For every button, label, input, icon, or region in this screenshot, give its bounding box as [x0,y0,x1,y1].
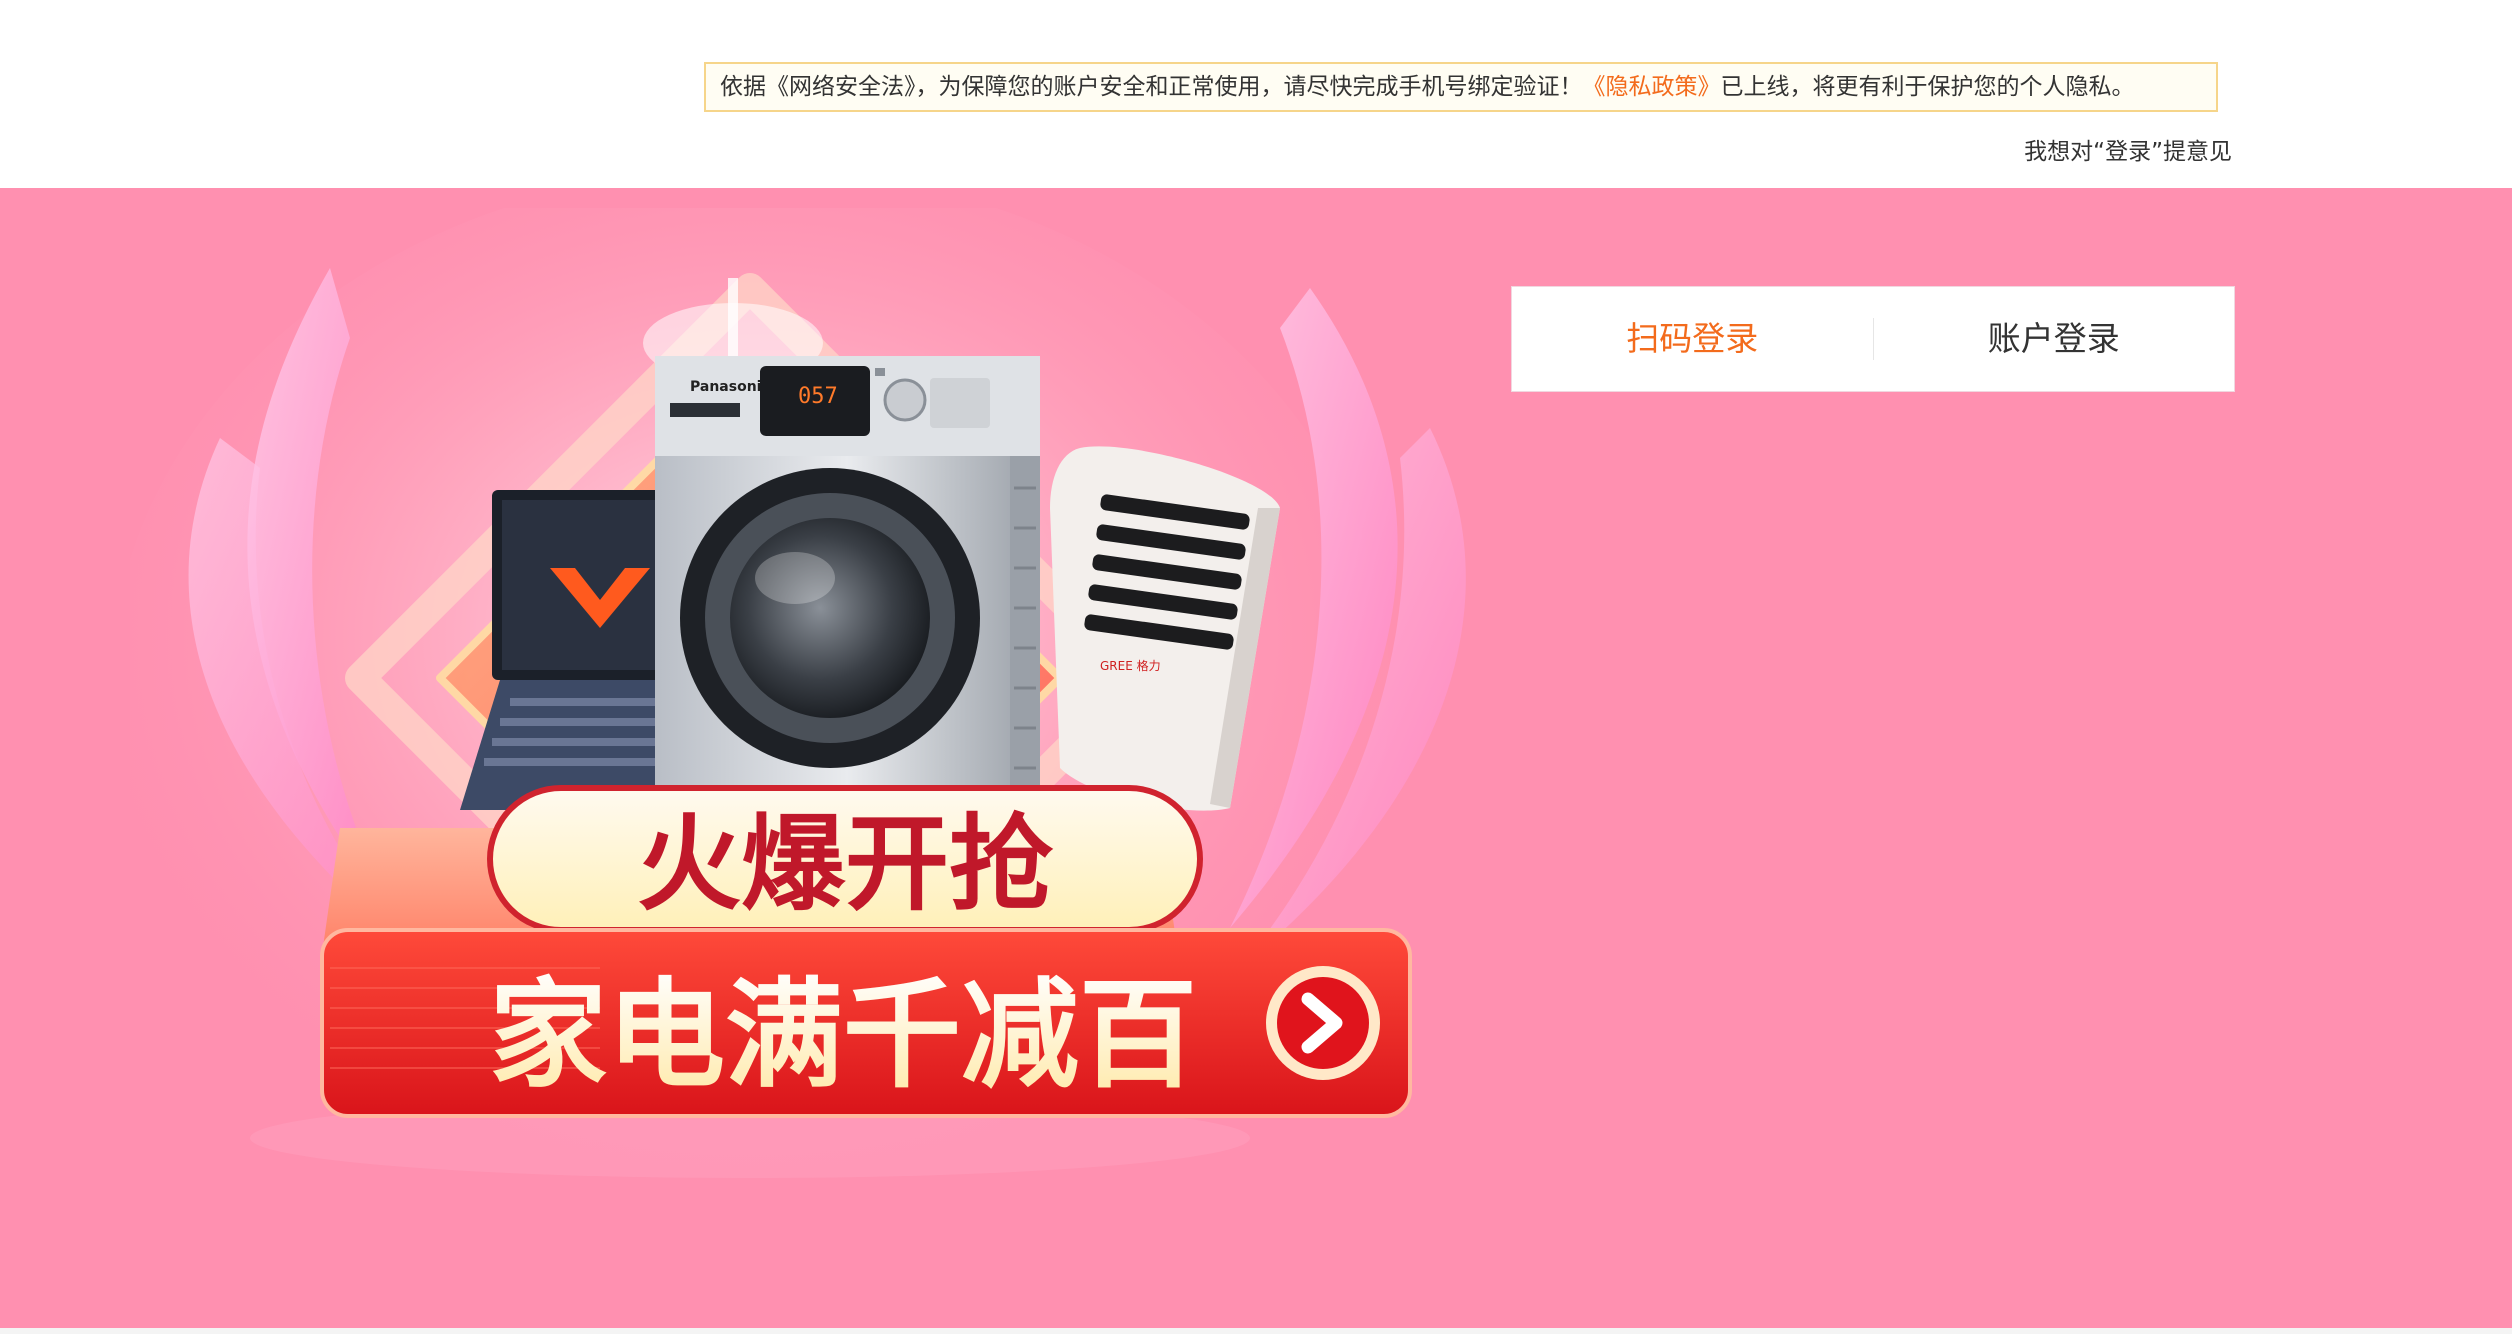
washer-dial [883,378,927,422]
headline-pill[interactable]: 火爆开抢 [487,785,1203,933]
login-tabs-panel: 扫码登录 账户登录 [1512,287,2234,391]
cta-text: 家电满千减百 [489,966,1197,1104]
washing-machine-product[interactable]: Panasonic 057 [655,356,1040,826]
tab-qr-login[interactable]: 扫码登录 [1512,287,1873,391]
login-feedback-link[interactable]: 我想对“登录”提意见 [2024,132,2232,166]
promo-artwork[interactable]: GREE 格力 Panasonic 057 火爆开抢 家电满千减百 [130,208,1530,1268]
cta-bar[interactable]: 家电满千减百 [320,928,1412,1118]
headline-text: 火爆开抢 [637,803,1054,925]
security-notice: 依据《网络安全法》，为保障您的账户安全和正常使用，请尽快完成手机号绑定验证！《隐… [704,62,2218,112]
notice-text: 依据《网络安全法》，为保障您的账户安全和正常使用，请尽快完成手机号绑定验证！ [720,74,1583,100]
notice-text-tail: 已上线，将更有利于保护您的个人隐私。 [1720,74,2135,100]
washer-brand-label: Panasonic [690,379,770,395]
banner-bottom-divider [0,1328,2512,1334]
top-header: 依据《网络安全法》，为保障您的账户安全和正常使用，请尽快完成手机号绑定验证！《隐… [0,0,2512,188]
tab-account-login[interactable]: 账户登录 [1874,287,2235,391]
washer-display: 057 [798,384,838,409]
ac-brand-label: GREE 格力 [1100,658,1161,673]
privacy-policy-link[interactable]: 《隐私政策》 [1583,74,1721,100]
chevron-right-icon[interactable] [1266,966,1380,1080]
